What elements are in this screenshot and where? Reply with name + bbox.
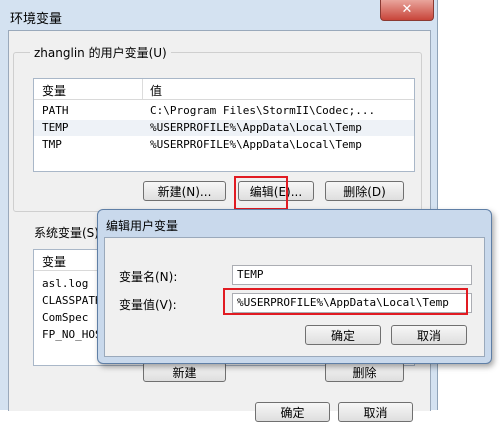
dialog-client-area: 变量名(N): TEMP 变量值(V): %USERPROFILE%\AppDa… (104, 237, 485, 357)
column-header-variable[interactable]: 变量 (42, 253, 66, 270)
env-cancel-button[interactable]: 取消 (338, 402, 413, 422)
close-button[interactable]: ✕ (380, 0, 434, 21)
close-icon: ✕ (401, 2, 413, 17)
var-value: C:\Program Files\StormII\Codec;... (150, 104, 376, 117)
user-vars-list[interactable]: 变量 值 PATH C:\Program Files\StormII\Codec… (33, 78, 415, 172)
window-title: 环境变量 (10, 12, 63, 27)
variable-name-label: 变量名(N): (119, 270, 178, 284)
column-header-variable[interactable]: 变量 (42, 82, 66, 99)
table-row[interactable]: TEMP %USERPROFILE%\AppData\Local\Temp (34, 120, 414, 136)
var-name: TMP (42, 138, 62, 151)
edit-user-variable-dialog: 编辑用户变量 变量名(N): TEMP 变量值(V): %USERPROFILE… (97, 209, 492, 364)
system-delete-button[interactable]: 删除 (325, 362, 404, 382)
var-value: %USERPROFILE%\AppData\Local\Temp (150, 138, 362, 151)
var-name: asl.log (42, 277, 89, 290)
list-header: 变量 值 (34, 79, 414, 100)
dialog-cancel-button[interactable]: 取消 (391, 325, 467, 345)
edit-button-highlight (234, 176, 288, 210)
column-header-value[interactable]: 值 (150, 82, 162, 99)
user-delete-button[interactable]: 删除(D) (325, 181, 404, 201)
dialog-title: 编辑用户变量 (106, 219, 179, 233)
var-name: CLASSPATH (42, 294, 102, 307)
env-ok-button[interactable]: 确定 (255, 402, 330, 422)
system-new-button[interactable]: 新建 (143, 362, 226, 382)
value-field-highlight (223, 288, 468, 315)
variable-value-label: 变量值(V): (119, 298, 177, 312)
table-row[interactable]: PATH C:\Program Files\StormII\Codec;... (34, 103, 414, 119)
var-name: ComSpec (42, 311, 89, 324)
system-vars-group-label: 系统变量(S) (30, 224, 103, 241)
var-name: PATH (42, 104, 69, 117)
var-name: TEMP (42, 121, 69, 134)
dialog-ok-button[interactable]: 确定 (305, 325, 381, 345)
table-row[interactable]: TMP %USERPROFILE%\AppData\Local\Temp (34, 137, 414, 153)
user-vars-group-label: zhanglin 的用户变量(U) (30, 44, 171, 61)
column-divider[interactable] (142, 79, 143, 99)
user-new-button[interactable]: 新建(N)... (143, 181, 226, 201)
variable-name-input[interactable]: TEMP (232, 265, 472, 285)
var-value: %USERPROFILE%\AppData\Local\Temp (150, 121, 362, 134)
